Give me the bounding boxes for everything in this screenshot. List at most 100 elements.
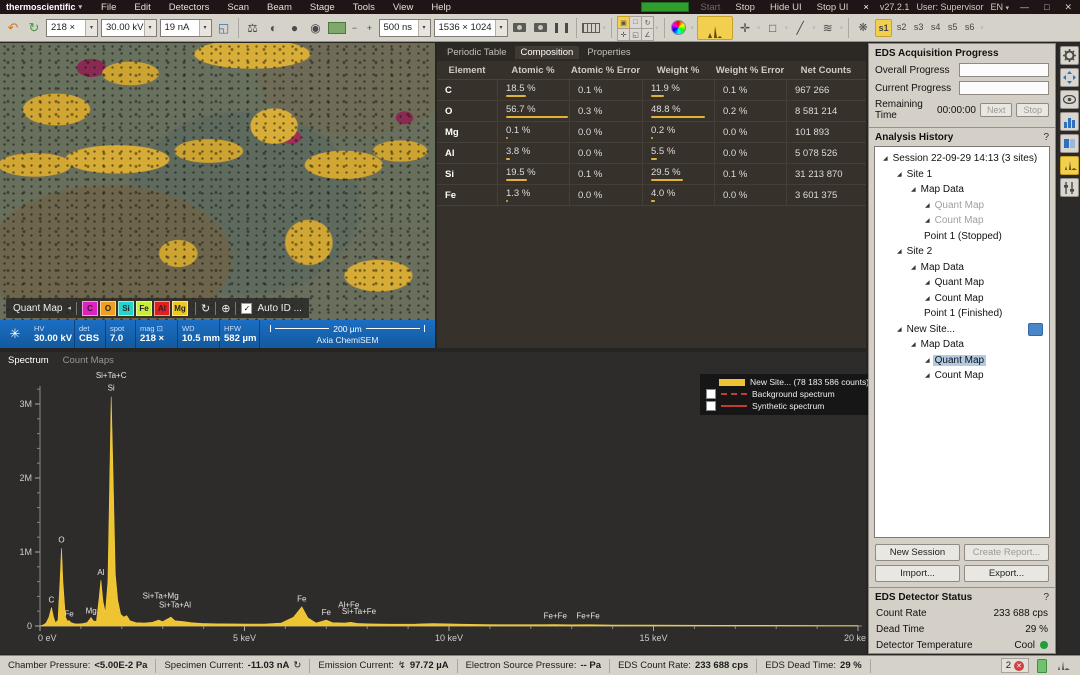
element-chip-Fe[interactable]: Fe bbox=[136, 301, 152, 316]
scan-preset-icon[interactable] bbox=[328, 22, 346, 34]
tab-spectrum[interactable]: Spectrum bbox=[8, 355, 49, 366]
line-tool-icon[interactable]: ╱ bbox=[791, 18, 809, 38]
tree-item[interactable]: Point 1 (Finished) bbox=[875, 306, 1049, 322]
element-chip-Si[interactable]: Si bbox=[118, 301, 134, 316]
preferences-sliders-icon[interactable] bbox=[1060, 178, 1079, 197]
acquisition-stop-button[interactable]: Stop bbox=[1016, 103, 1049, 117]
beam-current-dropdown[interactable]: 19 nA▾ bbox=[160, 19, 212, 37]
auto-contrast-brightness-icon[interactable]: ⚖ bbox=[244, 18, 262, 38]
tree-expander-icon[interactable]: ◢ bbox=[911, 186, 916, 193]
brightness-icon[interactable]: ● bbox=[286, 18, 304, 38]
menu-file[interactable]: File bbox=[92, 2, 125, 13]
table-row[interactable]: O56.7 %0.3 %48.8 %0.2 %8 581 214 bbox=[437, 101, 866, 122]
tree-expander-icon[interactable]: ◢ bbox=[897, 326, 902, 333]
element-chip-Mg[interactable]: Mg bbox=[172, 301, 188, 316]
table-row[interactable]: Si19.5 %0.1 %29.5 %0.1 %31 213 870 bbox=[437, 164, 866, 185]
legend-checkbox[interactable] bbox=[706, 401, 716, 411]
tree-item[interactable]: Point 1 (Stopped) bbox=[875, 229, 1049, 245]
tree-item[interactable]: ◢Count Map bbox=[875, 368, 1049, 384]
stage-navigation-icon[interactable] bbox=[1060, 68, 1079, 87]
tree-item[interactable]: ◢Count Map bbox=[875, 213, 1049, 229]
layers-icon[interactable]: ≋ bbox=[819, 18, 837, 38]
vacuum-status-icon[interactable] bbox=[1037, 659, 1047, 673]
eds-panel-spectrum-icon[interactable] bbox=[1060, 156, 1079, 175]
tree-expander-icon[interactable]: ◢ bbox=[897, 171, 902, 178]
dwell-time-dropdown[interactable]: 500 ns▾ bbox=[379, 19, 431, 37]
thermoscientific-menu[interactable]: thermoscientific ▾ bbox=[0, 2, 92, 12]
error-counter[interactable]: 2 ✕ bbox=[1001, 658, 1029, 673]
snapshot-icon[interactable] bbox=[532, 18, 550, 38]
element-chip-C[interactable]: C bbox=[82, 301, 98, 316]
dwell-minus-button[interactable]: − bbox=[349, 18, 361, 38]
legend-item[interactable]: Background spectrum bbox=[706, 389, 887, 399]
element-chip-Al[interactable]: Al bbox=[154, 301, 170, 316]
rectangle-tool-icon[interactable]: □ bbox=[764, 18, 782, 38]
chevron-down-icon[interactable]: ▾ bbox=[603, 24, 607, 32]
dwell-plus-button[interactable]: + bbox=[364, 18, 376, 38]
menu-edit[interactable]: Edit bbox=[125, 2, 159, 13]
session-tab-s6[interactable]: s6 bbox=[962, 19, 977, 35]
close-tab-icon[interactable]: × bbox=[859, 2, 873, 13]
session-tab-s5[interactable]: s5 bbox=[945, 19, 960, 35]
tree-item[interactable]: ◢Site 1 bbox=[875, 167, 1049, 183]
tree-item[interactable]: ◢Map Data bbox=[875, 260, 1049, 276]
refresh-icon[interactable]: ↻ bbox=[201, 302, 210, 315]
table-row[interactable]: Fe1.3 %0.0 %4.0 %0.0 %3 601 375 bbox=[437, 185, 866, 206]
menu-view[interactable]: View bbox=[384, 2, 422, 13]
export-icon[interactable] bbox=[1028, 323, 1043, 336]
chevron-down-icon[interactable]: ▾ bbox=[655, 24, 659, 32]
spectrum-status-icon[interactable] bbox=[1055, 660, 1070, 671]
beam-spot-icon[interactable]: ◉ bbox=[307, 18, 325, 38]
create-report-button[interactable]: Create Report... bbox=[964, 544, 1049, 561]
tree-expander-icon[interactable]: ◢ bbox=[925, 279, 930, 286]
table-row[interactable]: Al3.8 %0.0 %5.5 %0.0 %5 078 526 bbox=[437, 143, 866, 164]
element-chip-O[interactable]: O bbox=[100, 301, 116, 316]
menu-beam[interactable]: Beam bbox=[258, 2, 301, 13]
detector-view-eye-icon[interactable] bbox=[1060, 90, 1079, 109]
stop-button[interactable]: Stop bbox=[731, 2, 759, 13]
next-button[interactable]: Next bbox=[980, 103, 1013, 117]
contrast-icon[interactable]: ◐ bbox=[265, 18, 283, 38]
tree-expander-icon[interactable]: ◢ bbox=[925, 372, 930, 379]
tree-expander-icon[interactable]: ◢ bbox=[925, 357, 930, 364]
tree-item[interactable]: ◢Quant Map bbox=[875, 353, 1049, 369]
tree-item[interactable]: ◢Map Data bbox=[875, 182, 1049, 198]
beam-settings-gear-icon[interactable] bbox=[1060, 46, 1079, 65]
table-row[interactable]: Mg0.1 %0.0 %0.2 %0.0 %101 893 bbox=[437, 122, 866, 143]
help-icon[interactable]: ? bbox=[1043, 592, 1049, 603]
sem-quant-map-image[interactable]: Quant Map ◂ COSiFeAlMg ↻ ⊕ ✓ Auto ID ... bbox=[0, 43, 435, 320]
session-settings-icon[interactable]: ❋ bbox=[854, 18, 872, 38]
legend-checkbox[interactable] bbox=[706, 389, 716, 399]
measurement-icon[interactable] bbox=[582, 18, 600, 38]
session-tab-s2[interactable]: s2 bbox=[894, 19, 909, 35]
tree-expander-icon[interactable]: ◢ bbox=[925, 217, 930, 224]
maximize-icon[interactable]: □ bbox=[1040, 2, 1053, 12]
eds-spectrum-button[interactable] bbox=[697, 16, 733, 40]
tree-expander-icon[interactable]: ◢ bbox=[925, 295, 930, 302]
new-session-button[interactable]: New Session bbox=[875, 544, 960, 561]
hide-ui-button[interactable]: Hide UI bbox=[766, 2, 806, 13]
session-tab-s3[interactable]: s3 bbox=[911, 19, 926, 35]
tree-expander-icon[interactable]: ◢ bbox=[911, 341, 916, 348]
color-overlay-icon[interactable] bbox=[670, 18, 688, 38]
auto-id-checkbox[interactable]: ✓ bbox=[241, 303, 252, 314]
chevron-down-icon[interactable]: ▾ bbox=[980, 24, 984, 32]
legend-item[interactable]: Synthetic spectrum bbox=[706, 401, 887, 411]
language-selector[interactable]: EN ▾ bbox=[990, 2, 1009, 12]
tree-expander-icon[interactable]: ◢ bbox=[897, 248, 902, 255]
menu-scan[interactable]: Scan bbox=[218, 2, 258, 13]
tree-item[interactable]: ◢Quant Map bbox=[875, 198, 1049, 214]
data-chart-icon[interactable] bbox=[1060, 112, 1079, 131]
tab-composition[interactable]: Composition bbox=[515, 46, 580, 59]
tree-item[interactable]: ◢Quant Map bbox=[875, 275, 1049, 291]
reduced-area-icon[interactable]: ◱ bbox=[215, 18, 233, 38]
tree-expander-icon[interactable]: ◢ bbox=[911, 264, 916, 271]
voltage-dropdown[interactable]: 30.00 kV▾ bbox=[101, 19, 157, 37]
tree-item[interactable]: ◢Map Data bbox=[875, 337, 1049, 353]
export-button[interactable]: Export... bbox=[964, 565, 1049, 582]
angle-tool-icon[interactable]: ∠ bbox=[641, 28, 654, 41]
tree-expander-icon[interactable]: ◢ bbox=[925, 202, 930, 209]
stop-ui-button[interactable]: Stop UI bbox=[813, 2, 853, 13]
photo-capture-icon[interactable] bbox=[511, 18, 529, 38]
import-button[interactable]: Import... bbox=[875, 565, 960, 582]
